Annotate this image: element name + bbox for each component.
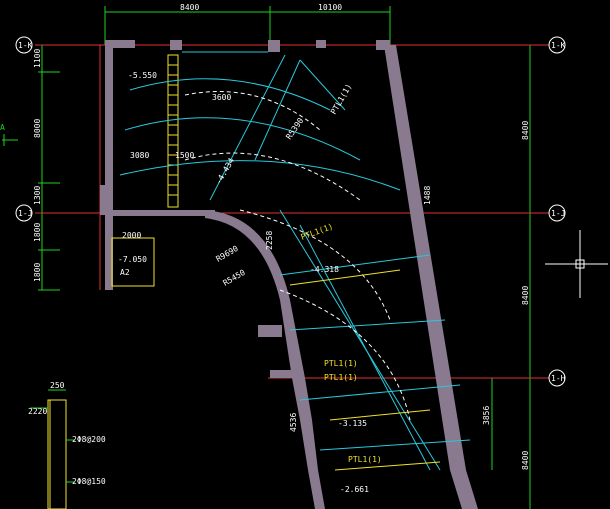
walls bbox=[100, 40, 478, 509]
stair-element bbox=[111, 54, 179, 287]
dim-label: 3600 bbox=[212, 93, 231, 102]
dim-top-right: 10100 bbox=[318, 3, 342, 12]
level-label: -5.550 bbox=[128, 71, 157, 80]
level-label: -2.661 bbox=[340, 485, 369, 494]
dim-left-1: 1100 bbox=[33, 49, 42, 68]
dim-right-3: 8400 bbox=[521, 451, 530, 470]
dim-right-2: 8400 bbox=[521, 286, 530, 305]
dim-left-3: 1300 bbox=[33, 186, 42, 205]
radius-label: R5450 bbox=[222, 268, 248, 288]
dim-left-2: 8000 bbox=[33, 119, 42, 138]
dim-right-4: 3856 bbox=[482, 406, 491, 425]
beam-label: PTL1(1) bbox=[300, 222, 335, 242]
dim-label: A2 bbox=[120, 268, 130, 277]
dim-left-4: 1800 bbox=[33, 223, 42, 242]
axis-tag-label: 1-J bbox=[551, 209, 565, 218]
beam-label: PTL1(1) bbox=[348, 455, 382, 464]
dim-label: 1488 bbox=[423, 186, 432, 205]
dim-top-left: 8400 bbox=[180, 3, 199, 12]
dim-label: 3080 bbox=[130, 151, 149, 160]
section-detail bbox=[47, 399, 67, 509]
section-dim: 2220 bbox=[28, 407, 47, 416]
dim-label: A bbox=[0, 123, 5, 132]
section-detail-lines bbox=[30, 389, 75, 483]
level-label: -3.135 bbox=[338, 419, 367, 428]
dim-label: 2000 bbox=[122, 231, 141, 240]
section-rebar-label: 2Φ8@150 bbox=[72, 477, 106, 486]
axis-tag-label: 1-H bbox=[551, 374, 566, 383]
beam-label: PTL1(1) bbox=[324, 359, 358, 368]
axis-tag-label: 1-K bbox=[551, 41, 566, 50]
level-label: -4.318 bbox=[310, 265, 339, 274]
section-rebar-label: 2Φ8@200 bbox=[72, 435, 106, 444]
level-label: -7.050 bbox=[118, 255, 147, 264]
beam-label: PTL1(1) bbox=[324, 373, 358, 382]
cad-drawing-canvas[interactable]: 1-K 1-J 1-K 1-J 1-H 8400 10100 1100 8000… bbox=[0, 0, 610, 509]
axis-tag-label: 1-J bbox=[18, 209, 32, 218]
crosshair-cursor bbox=[545, 230, 608, 298]
radius-label: R5390 bbox=[284, 116, 305, 141]
dim-label: 2258 bbox=[265, 231, 274, 250]
radius-label: R9690 bbox=[215, 244, 241, 264]
dim-label: 1500 bbox=[175, 151, 194, 160]
dim-right-1: 8400 bbox=[521, 121, 530, 140]
dim-left-5: 1800 bbox=[33, 263, 42, 282]
beam-label: PTL1(1) bbox=[329, 82, 354, 116]
dim-label: 4536 bbox=[289, 413, 298, 432]
section-dim: 250 bbox=[50, 381, 65, 390]
axis-tag-label: 1-K bbox=[18, 41, 33, 50]
